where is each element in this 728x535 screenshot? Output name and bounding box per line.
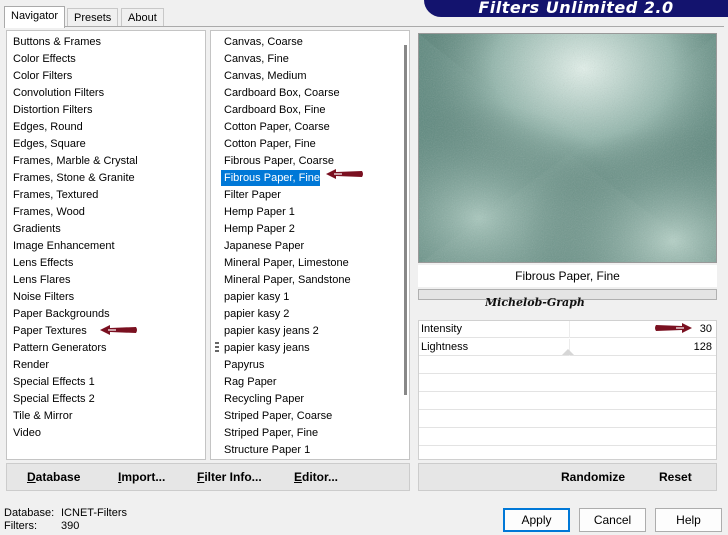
list-item[interactable]: Japanese Paper (221, 238, 304, 254)
list-item[interactable]: Edges, Square (7, 136, 86, 152)
list-item[interactable]: Mineral Paper, Sandstone (221, 272, 351, 288)
list-item[interactable]: Frames, Textured (7, 187, 98, 203)
list-item[interactable]: Cotton Paper, Coarse (221, 119, 330, 135)
parameter-panel: Intensity 30 Lightness 128 (418, 320, 717, 460)
list-item[interactable]: Hemp Paper 1 (221, 204, 295, 220)
list-item[interactable]: Frames, Stone & Granite (7, 170, 135, 186)
list-item[interactable]: Striped Paper, Fine (221, 425, 318, 441)
tab-navigator[interactable]: Navigator (4, 6, 66, 28)
list-item[interactable]: papier kasy jeans (221, 340, 310, 356)
list-item[interactable]: Fibrous Paper, Fine (221, 170, 320, 186)
filter-list[interactable]: Canvas, Coarse Canvas, Fine Canvas, Medium… (210, 30, 410, 460)
list-item[interactable]: Hemp Paper 2 (221, 221, 295, 237)
list-item[interactable]: Canvas, Fine (221, 51, 289, 67)
list-item[interactable]: Structure Paper 2 (221, 459, 310, 460)
arrow-annotation-icon (655, 323, 692, 333)
param-value: 30 (699, 323, 712, 335)
list-item[interactable]: Fibrous Paper, Coarse (221, 153, 334, 169)
list-item[interactable]: Buttons & Frames (7, 34, 101, 50)
list-item[interactable]: Lens Flares (7, 272, 70, 288)
list-item[interactable]: Paper Backgrounds (7, 306, 110, 322)
list-item[interactable]: Image Enhancement (7, 238, 115, 254)
param-row-empty (419, 411, 716, 428)
list-item[interactable]: Striped Paper, Coarse (221, 408, 332, 424)
list-item[interactable]: Cardboard Box, Fine (221, 102, 326, 118)
list-item[interactable]: Special Effects 1 (7, 374, 95, 390)
param-value: 128 (693, 341, 712, 353)
list-item[interactable]: Filter Paper (221, 187, 281, 203)
list-item[interactable]: Cotton Paper, Fine (221, 136, 316, 152)
list-item[interactable]: Noise Filters (7, 289, 74, 305)
list-item[interactable]: Paper Textures (7, 323, 87, 339)
list-item[interactable]: Convolution Filters (7, 85, 104, 101)
list-item[interactable]: Rag Paper (221, 374, 277, 390)
splitter-grip[interactable] (215, 342, 219, 354)
list-item[interactable]: Tile & Mirror (7, 408, 72, 424)
list-item[interactable]: Canvas, Medium (221, 68, 307, 84)
tab-about[interactable]: About (121, 8, 164, 27)
category-list[interactable]: Buttons & Frames Color Effects Color Filte… (6, 30, 206, 460)
list-item[interactable]: Canvas, Coarse (221, 34, 303, 50)
param-name: Lightness (421, 341, 469, 353)
param-row-empty (419, 357, 716, 374)
database-button[interactable]: Database (27, 464, 80, 490)
list-item[interactable]: Distortion Filters (7, 102, 92, 118)
filter-preview (418, 33, 717, 263)
list-item[interactable]: Lens Effects (7, 255, 73, 271)
param-row-empty (419, 393, 716, 410)
list-item[interactable]: Frames, Marble & Crystal (7, 153, 138, 169)
list-item[interactable]: Special Effects 2 (7, 391, 95, 407)
app-banner: Filters Unlimited 2.0 (424, 0, 728, 17)
list-item[interactable]: papier kasy jeans 2 (221, 323, 319, 339)
list-item[interactable]: Color Filters (7, 68, 72, 84)
watermark-logo: Michelob-Graph (485, 296, 585, 309)
list-item[interactable]: Structure Paper 1 (221, 442, 310, 458)
svg-text:Michelob-Graph: Michelob-Graph (485, 296, 585, 309)
list-item[interactable]: papier kasy 2 (221, 306, 289, 322)
filter-info-button[interactable]: Filter Info... (197, 464, 262, 490)
status-filters: Filters: 390 (4, 520, 80, 532)
reset-button[interactable]: Reset (659, 464, 692, 490)
param-row-empty (419, 429, 716, 446)
right-button-bar: Randomize Reset (418, 463, 717, 491)
list-item[interactable]: Gradients (7, 221, 61, 237)
left-button-bar: Database Import... Filter Info... Editor… (6, 463, 410, 491)
filter-name-display: Fibrous Paper, Fine (418, 265, 717, 287)
list-item[interactable]: papier kasy 1 (221, 289, 289, 305)
editor-button[interactable]: Editor... (294, 464, 338, 490)
list-item[interactable]: Render (7, 357, 49, 373)
cancel-button[interactable]: Cancel (579, 508, 646, 532)
list-item[interactable]: Papyrus (221, 357, 264, 373)
slider-caret-icon (562, 349, 574, 355)
list-item[interactable]: Edges, Round (7, 119, 83, 135)
filter-list-scrollbar[interactable] (404, 45, 407, 395)
list-item[interactable]: Color Effects (7, 51, 76, 67)
arrow-annotation-icon (326, 169, 363, 179)
help-button[interactable]: Help (655, 508, 722, 532)
list-item[interactable]: Frames, Wood (7, 204, 85, 220)
status-database: Database: ICNET-Filters (4, 507, 127, 519)
list-item[interactable]: Pattern Generators (7, 340, 107, 356)
list-item[interactable]: Mineral Paper, Limestone (221, 255, 349, 271)
randomize-button[interactable]: Randomize (561, 464, 625, 490)
import-button[interactable]: Import... (118, 464, 165, 490)
arrow-annotation-icon (100, 325, 137, 335)
param-row-empty (419, 375, 716, 392)
apply-button[interactable]: Apply (503, 508, 570, 532)
list-item[interactable]: Video (7, 425, 41, 441)
list-item[interactable]: Recycling Paper (221, 391, 304, 407)
list-item[interactable]: Cardboard Box, Coarse (221, 85, 340, 101)
param-name: Intensity (421, 323, 462, 335)
tab-presets[interactable]: Presets (67, 8, 119, 27)
